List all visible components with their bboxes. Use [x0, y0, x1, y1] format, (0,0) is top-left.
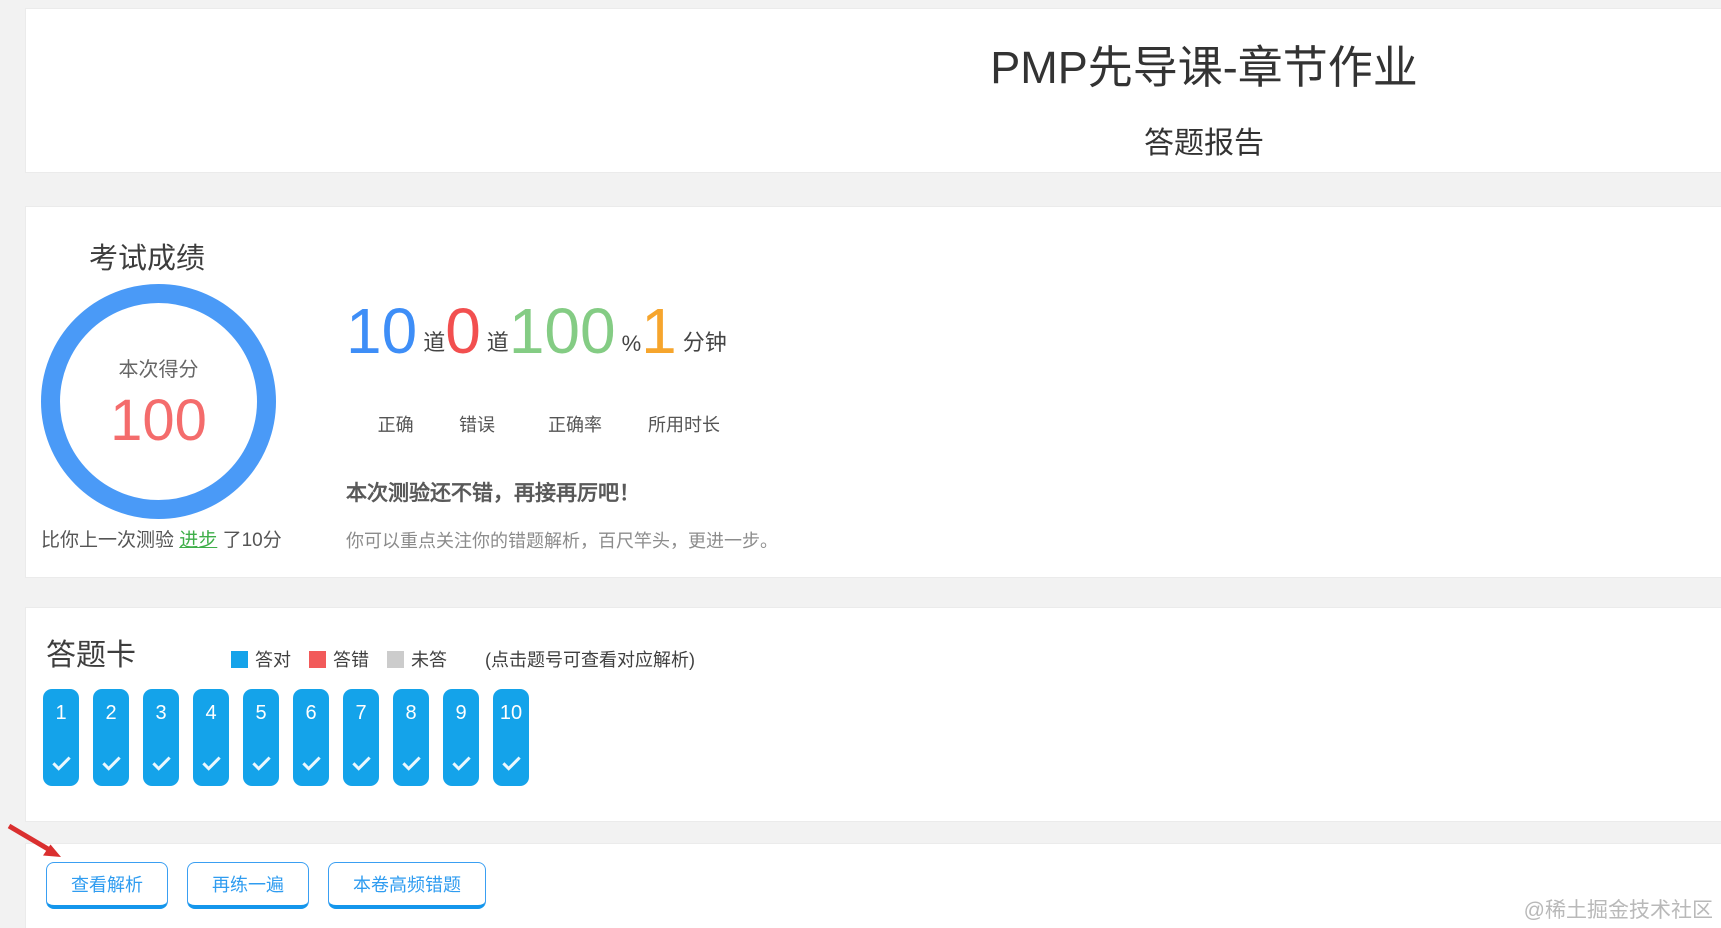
question-tile[interactable]: 2	[93, 689, 129, 786]
stat-unit: 道	[486, 330, 509, 355]
question-tile[interactable]: 9	[443, 689, 479, 786]
question-number: 6	[305, 702, 317, 724]
question-number: 10	[499, 702, 523, 724]
check-icon	[201, 752, 221, 771]
question-tile[interactable]: 3	[143, 689, 179, 786]
check-icon	[101, 752, 121, 771]
page-subtitle: 答题报告	[1143, 127, 1264, 160]
question-number: 9	[455, 702, 467, 724]
action-buttons: 查看解析 再练一遍 本卷高频错题	[46, 862, 486, 909]
stat-label: 正确率	[547, 415, 602, 435]
question-tiles: 1 2 3 4 5 6 7 8 9 10	[43, 689, 529, 786]
stats-row: 10 道 正确 0 道 错误 100 % 正确率 1 分钟 所用时长	[346, 299, 727, 437]
result-message: 本次测验还不错，再接再厉吧！	[346, 482, 640, 505]
check-icon	[151, 752, 171, 771]
stat-unit: 分钟	[682, 330, 727, 355]
page-title: PMP先导课-章节作业	[990, 42, 1418, 93]
exam-score-card: 考试成绩 本次得分 100 比你上一次测验 进步 了10分 10 道 正确 0 …	[25, 206, 1721, 578]
stat-column: 100 % 正确率	[509, 299, 641, 437]
check-icon	[301, 752, 321, 771]
check-icon	[51, 752, 71, 771]
stat-column: 1 分钟 所用时长	[641, 299, 727, 437]
progress-note-suffix: 了10分	[217, 530, 282, 551]
stat-value: 0	[445, 295, 481, 367]
check-icon	[451, 752, 471, 771]
stat-value: 10	[346, 295, 418, 367]
stat-value: 1	[641, 295, 677, 367]
question-tile[interactable]: 8	[393, 689, 429, 786]
score-gauge: 本次得分 100	[41, 284, 276, 519]
question-number: 5	[255, 702, 267, 724]
legend-swatch-icon	[309, 650, 326, 668]
legend-label: 答对	[255, 650, 291, 670]
question-tile[interactable]: 6	[293, 689, 329, 786]
answer-sheet-card: 答题卡 答对 答错 未答 (点击题号可查看对应解析) 1 2 3 4 5 6 7…	[25, 607, 1721, 822]
answer-card-heading: 答题卡	[46, 639, 136, 672]
legend-swatch-icon	[387, 650, 404, 668]
legend-item: 答对	[231, 646, 291, 672]
stat-unit: %	[621, 331, 642, 356]
actions-footer: 查看解析 再练一遍 本卷高频错题 @稀土掘金技术社区	[25, 843, 1721, 928]
legend-swatch-icon	[231, 650, 248, 668]
question-number: 7	[355, 702, 367, 724]
question-number: 3	[155, 702, 167, 724]
legend-label: 答错	[333, 650, 369, 670]
legend-item: 答错	[309, 646, 369, 672]
stat-column: 10 道 正确	[346, 299, 445, 437]
action-button[interactable]: 再练一遍	[187, 862, 309, 909]
report-header: PMP先导课-章节作业 答题报告	[25, 8, 1721, 173]
answer-legend: 答对 答错 未答 (点击题号可查看对应解析)	[231, 646, 695, 672]
action-button[interactable]: 查看解析	[46, 862, 168, 909]
stat-label: 所用时长	[647, 415, 720, 435]
question-tile[interactable]: 5	[243, 689, 279, 786]
result-message-sub: 你可以重点关注你的错题解析，百尺竿头，更进一步。	[346, 531, 778, 551]
stat-value: 100	[508, 295, 616, 367]
action-button[interactable]: 本卷高频错题	[328, 862, 486, 909]
check-icon	[401, 752, 421, 771]
question-number: 4	[205, 702, 217, 724]
score-value: 100	[110, 388, 207, 453]
question-tile[interactable]: 4	[193, 689, 229, 786]
question-tile[interactable]: 7	[343, 689, 379, 786]
legend-label: 未答	[411, 650, 447, 670]
legend-note: (点击题号可查看对应解析)	[485, 650, 695, 670]
check-icon	[351, 752, 371, 771]
check-icon	[251, 752, 271, 771]
question-number: 1	[55, 702, 67, 724]
score-gauge-label: 本次得分	[118, 359, 199, 381]
question-tile[interactable]: 10	[493, 689, 529, 786]
legend-item: 未答	[387, 646, 447, 672]
check-icon	[501, 752, 521, 771]
answer-report-page: { "page": { "title": "PMP先导课-章节作业", "sub…	[0, 0, 1721, 928]
score-card-heading: 考试成绩	[89, 243, 206, 275]
stat-column: 0 道 错误	[445, 299, 509, 437]
stat-unit: 道	[423, 330, 446, 355]
question-number: 2	[105, 702, 117, 724]
question-number: 8	[405, 702, 417, 724]
progress-note-prefix: 比你上一次测验	[41, 530, 180, 551]
question-tile[interactable]: 1	[43, 689, 79, 786]
stat-label: 正确	[377, 415, 414, 435]
stat-label: 错误	[459, 415, 495, 435]
progress-note: 比你上一次测验 进步 了10分	[41, 525, 282, 552]
progress-note-highlight: 进步	[179, 530, 218, 551]
watermark: @稀土掘金技术社区	[1523, 899, 1713, 922]
